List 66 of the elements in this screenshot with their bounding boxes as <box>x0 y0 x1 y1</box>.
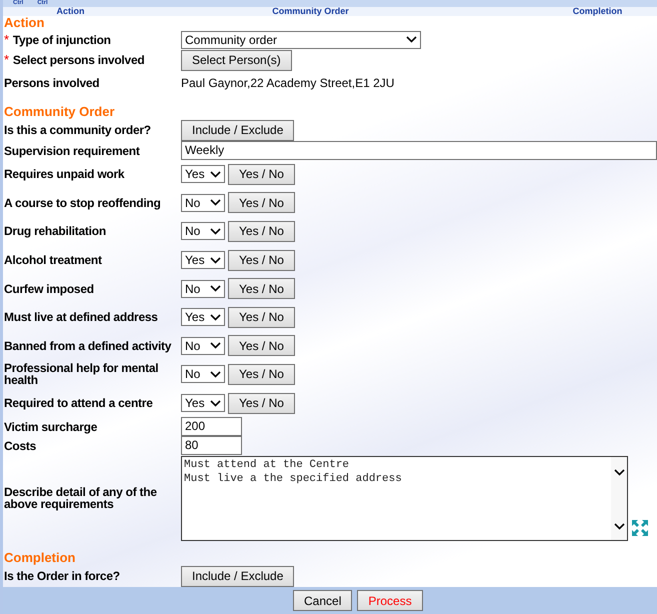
input-field[interactable]: 200 <box>181 417 242 436</box>
yes-no-dropdown[interactable]: Yes <box>181 165 225 184</box>
caret-icon <box>210 228 221 235</box>
action-button[interactable]: Include / Exclude <box>181 566 294 587</box>
yes-no-button[interactable]: Yes / No <box>228 278 295 300</box>
yes-no-button[interactable]: Yes / No <box>228 250 295 271</box>
caret-icon <box>210 256 221 264</box>
scroll-down-icon <box>614 522 624 530</box>
action-button[interactable]: Include / Exclude <box>181 120 294 140</box>
field-label: Victim surcharge <box>4 420 98 433</box>
required-asterisk: * <box>4 34 9 46</box>
input-field[interactable]: 80 <box>181 436 242 456</box>
yes-no-button[interactable]: Yes / No <box>228 164 295 185</box>
yes-no-dropdown[interactable]: No <box>181 336 225 355</box>
yes-no-dropdown[interactable]: Yes <box>181 251 225 270</box>
field-label: Curfew imposed <box>4 282 94 295</box>
field-label: Select persons involved <box>12 54 144 66</box>
expand-icon[interactable] <box>631 518 649 537</box>
yes-no-button[interactable]: Yes / No <box>228 364 295 385</box>
details-text-area[interactable]: Must attend at the Centre Must live a the specified address <box>181 456 628 541</box>
caret-icon <box>406 36 417 43</box>
yes-no-dropdown[interactable]: Yes <box>181 394 225 412</box>
yes-no-button[interactable]: Yes / No <box>228 220 295 242</box>
caret-icon <box>210 370 221 378</box>
input-field[interactable]: Weekly <box>181 141 657 160</box>
yes-no-dropdown[interactable]: No <box>181 365 225 384</box>
field-label: Costs <box>4 440 36 452</box>
yes-no-button[interactable]: Yes / No <box>228 335 295 356</box>
column-header: Action <box>56 7 86 16</box>
caret-icon <box>210 170 221 178</box>
field-label: Drug rehabilitation <box>4 225 106 238</box>
field-label: Persons involved <box>4 77 100 89</box>
field-value: Paul Gaynor,22 Academy Street,E1 2JU <box>181 76 396 90</box>
field-label: Must live at defined address <box>4 311 158 324</box>
yes-no-dropdown[interactable]: Yes <box>181 308 225 326</box>
section-title: Completion <box>4 551 76 566</box>
field-label: A course to stop reoffending <box>4 196 161 209</box>
caret-icon <box>210 342 221 350</box>
required-asterisk: * <box>4 54 9 66</box>
caret-icon <box>210 314 221 321</box>
column-header: Completion <box>572 7 624 16</box>
caret-icon <box>210 199 221 206</box>
field-label: Alcohol treatment <box>4 254 102 266</box>
yes-no-dropdown[interactable]: No <box>181 222 225 240</box>
injunction-dropdown[interactable]: Community order <box>181 30 421 48</box>
action-button[interactable]: Select Person(s) <box>181 50 292 70</box>
section-title: Community Order <box>4 105 116 119</box>
caret-icon <box>210 285 221 292</box>
yes-no-button[interactable]: Yes / No <box>228 306 295 328</box>
field-label: Type of injunction <box>12 34 111 46</box>
yes-no-button[interactable]: Yes / No <box>228 392 295 414</box>
field-label: Banned from a defined activity <box>4 340 172 352</box>
field-label: Is this a community order? <box>4 124 151 136</box>
field-label: Supervision requirement <box>4 144 140 156</box>
section-title: Action <box>4 16 46 30</box>
cancel-button[interactable]: Cancel <box>293 590 352 612</box>
field-label: Describe detail of any of the above requirements <box>4 486 158 510</box>
yes-no-dropdown[interactable]: No <box>181 194 225 212</box>
field-label: Is the Order in force? <box>4 570 120 582</box>
yes-no-dropdown[interactable]: No <box>181 280 225 298</box>
yes-no-button[interactable]: Yes / No <box>228 192 295 214</box>
field-label: Required to attend a centre <box>4 397 153 410</box>
column-header: Community Order <box>271 7 350 16</box>
field-label: Requires unpaid work <box>4 168 124 180</box>
caret-icon <box>210 400 221 407</box>
field-label: Professional help for mental health <box>4 362 160 386</box>
